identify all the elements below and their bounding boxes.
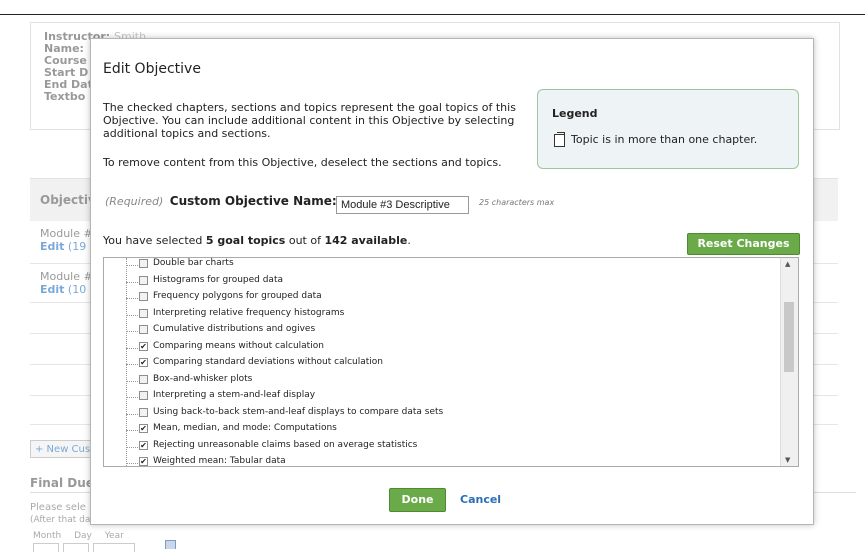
- legend-box: Legend Topic is in more than one chapter…: [537, 89, 799, 169]
- dialog-title: Edit Objective: [103, 61, 201, 77]
- topic-label: Mean, median, and mode: Computations: [153, 423, 337, 433]
- year-label: Year: [104, 531, 124, 541]
- row-edit: Edit (19: [40, 240, 86, 253]
- edit-link[interactable]: Edit: [40, 240, 64, 253]
- topic-tree-scrollbar[interactable]: ▲ ▼: [780, 258, 798, 466]
- legend-title: Legend: [552, 107, 598, 120]
- objective-name-input[interactable]: [336, 196, 469, 214]
- month-label: Month: [33, 531, 62, 541]
- multi-chapter-topic-icon: [554, 132, 565, 147]
- date-inputs: [33, 542, 139, 555]
- topic-label: Cumulative distributions and ogives: [153, 324, 316, 334]
- selected-count: 5 goal topics: [205, 234, 286, 247]
- topic-label: Interpreting a stem-and-leaf display: [153, 390, 316, 400]
- objective-name-row: (Required) Custom Objective Name:: [105, 194, 337, 208]
- remove-instructions: To remove content from this Objective, d…: [103, 156, 502, 169]
- topic-checkbox-checked[interactable]: [139, 341, 148, 351]
- topic-checkbox-checked[interactable]: [139, 440, 148, 450]
- topic-label: Histograms for grouped data: [153, 274, 283, 285]
- scroll-up-icon[interactable]: ▲: [785, 260, 790, 268]
- topic-label: Comparing means without calculation: [153, 340, 324, 351]
- topic-checkbox[interactable]: [139, 325, 148, 334]
- required-label: (Required): [105, 195, 164, 208]
- reset-changes-button[interactable]: Reset Changes: [687, 233, 800, 255]
- legend-text: Topic is in more than one chapter.: [571, 133, 758, 146]
- row-edit: Edit (10: [40, 283, 86, 296]
- selected-total: 142 available: [324, 234, 408, 247]
- topic-label: Interpreting relative frequency histogra…: [153, 307, 345, 318]
- day-label: Day: [74, 531, 92, 541]
- selected-prefix: You have selected: [103, 234, 206, 247]
- top-divider: [0, 14, 865, 15]
- row-name: Module #: [40, 270, 93, 283]
- done-button[interactable]: Done: [389, 488, 446, 512]
- edit-objective-dialog: Edit Objective The checked chapters, sec…: [90, 38, 814, 525]
- topic-label: Using back-to-back stem-and-leaf display…: [153, 406, 444, 417]
- scroll-down-icon[interactable]: ▼: [785, 456, 790, 464]
- topic-checkbox[interactable]: [139, 308, 148, 318]
- topic-checkbox-checked[interactable]: [139, 424, 148, 433]
- selected-suffix: .: [407, 234, 411, 247]
- topic-checkbox[interactable]: [139, 407, 148, 417]
- final-due-heading: Final Due: [30, 476, 94, 490]
- topic-checkbox-checked[interactable]: [139, 457, 148, 466]
- topic-label: Box-and-whisker plots: [153, 373, 253, 384]
- objectives-header-label: Objectiv: [40, 193, 96, 207]
- row-count: (19: [67, 240, 87, 253]
- topic-checkbox-checked[interactable]: [139, 358, 148, 367]
- date-labels: Month Day Year: [33, 531, 134, 541]
- edit-link[interactable]: Edit: [40, 283, 64, 296]
- topic-tree: Double bar charts Histograms for grouped…: [103, 257, 799, 467]
- topic-checkbox[interactable]: [139, 374, 148, 384]
- cancel-link[interactable]: Cancel: [460, 493, 501, 506]
- topic-label: Double bar charts: [153, 258, 234, 268]
- selected-summary: You have selected 5 goal topics out of 1…: [103, 234, 411, 247]
- tree-guide-line: [126, 258, 127, 466]
- row-name: Module #: [40, 227, 93, 240]
- topic-label: Frequency polygons for grouped data: [153, 291, 322, 301]
- scrollbar-thumb[interactable]: [784, 302, 794, 372]
- topic-checkbox[interactable]: [139, 259, 148, 268]
- topic-checkbox[interactable]: [139, 275, 148, 285]
- intro-text: The checked chapters, sections and topic…: [103, 101, 516, 140]
- topic-label: Comparing standard deviations without ca…: [153, 357, 383, 367]
- topic-checkbox[interactable]: [139, 292, 148, 301]
- selected-mid: out of: [285, 234, 325, 247]
- topic-checkbox[interactable]: [139, 391, 148, 400]
- objective-name-label: Custom Objective Name:: [169, 194, 337, 208]
- topic-label: Rejecting unreasonable claims based on a…: [153, 439, 418, 450]
- topic-label: Weighted mean: Tabular data: [153, 456, 286, 466]
- max-characters-note: 25 characters max: [479, 198, 555, 207]
- row-count: (10: [67, 283, 87, 296]
- please-select-text: Please sele: [30, 502, 86, 513]
